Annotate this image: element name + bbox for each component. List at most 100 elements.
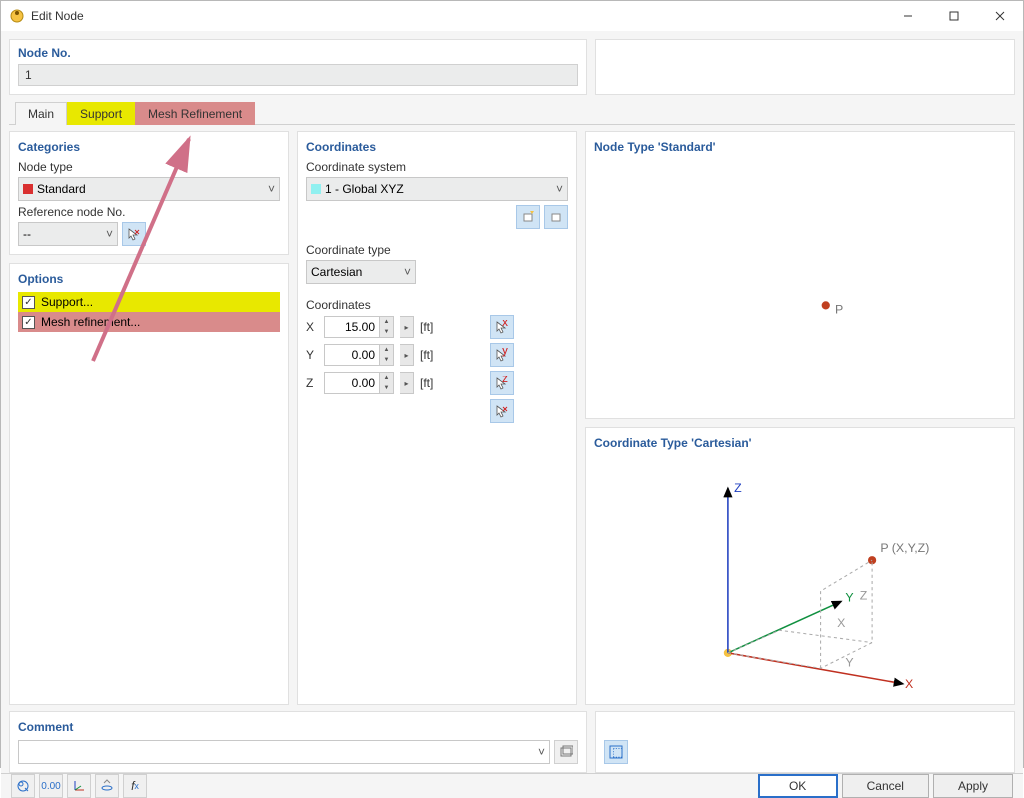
axis-label: X: [306, 320, 318, 334]
coord-type-diagram-title: Coordinate Type 'Cartesian': [594, 436, 1006, 450]
pick-ref-node-button[interactable]: [122, 222, 146, 246]
axis-label: Y: [306, 348, 318, 362]
pick-coord-button[interactable]: [490, 399, 514, 423]
spin-up-icon[interactable]: ▲: [379, 373, 393, 383]
coord-row-z: Z ▲▼ ▸ [ft] z: [306, 371, 568, 395]
coord-type-combo[interactable]: Cartesian ˅: [306, 260, 416, 284]
node-type-combo[interactable]: Standard ˅: [18, 177, 280, 201]
categories-title: Categories: [18, 140, 280, 154]
app-icon: [9, 8, 25, 24]
ref-node-label: Reference node No.: [18, 205, 280, 219]
maximize-button[interactable]: [931, 1, 977, 31]
close-button[interactable]: [977, 1, 1023, 31]
coord-system-combo[interactable]: 1 - Global XYZ ˅: [306, 177, 568, 201]
step-button[interactable]: ▸: [400, 372, 414, 394]
spin-up-icon[interactable]: ▲: [379, 345, 393, 355]
pick-y-button[interactable]: y: [490, 343, 514, 367]
svg-text:x: x: [502, 320, 508, 329]
comment-library-button[interactable]: [554, 740, 578, 764]
spin-down-icon[interactable]: ▼: [379, 327, 393, 337]
mesh-checkbox[interactable]: ✓: [22, 316, 35, 329]
options-title: Options: [18, 272, 280, 286]
coord-z-input[interactable]: ▲▼: [324, 372, 394, 394]
chevron-down-icon: ˅: [538, 745, 545, 759]
coord-system-label: Coordinate system: [306, 160, 568, 174]
node-no-input[interactable]: [18, 64, 578, 86]
comment-combo[interactable]: ˅: [18, 740, 550, 764]
coord-x-input[interactable]: ▲▼: [324, 316, 394, 338]
fx-button[interactable]: fx: [123, 774, 147, 798]
node-no-label: Node No.: [18, 46, 578, 60]
footer: 0.00 fx OK Cancel Apply: [1, 773, 1023, 798]
node-type-diagram-title: Node Type 'Standard': [594, 140, 1006, 154]
mesh-label: Mesh refinement...: [41, 315, 140, 329]
ref-node-combo[interactable]: -- ˅: [18, 222, 118, 246]
comment-title: Comment: [18, 720, 578, 734]
help-button[interactable]: [11, 774, 35, 798]
svg-text:Z: Z: [734, 481, 742, 495]
coord-type-diagram: Coordinate Type 'Cartesian' Z X: [585, 427, 1015, 705]
coord-y-input[interactable]: ▲▼: [324, 344, 394, 366]
layers-button[interactable]: [95, 774, 119, 798]
right-bottom-panel: ⬚: [595, 711, 1015, 773]
minimize-button[interactable]: [885, 1, 931, 31]
node-no-section: Node No.: [9, 39, 587, 95]
coord-row-y: Y ▲▼ ▸ [ft] y: [306, 343, 568, 367]
svg-text:y: y: [502, 348, 508, 357]
pick-z-button[interactable]: z: [490, 371, 514, 395]
svg-text:Y: Y: [845, 591, 853, 605]
comment-panel: Comment ˅: [9, 711, 587, 773]
coord-system-swatch-icon: [311, 184, 321, 194]
mesh-checkbox-row[interactable]: ✓ Mesh refinement...: [18, 312, 280, 332]
coordinates-title: Coordinates: [306, 140, 568, 154]
svg-text:P (X,Y,Z): P (X,Y,Z): [880, 541, 929, 555]
node-type-swatch-icon: [23, 184, 33, 194]
chevron-down-icon: ˅: [106, 227, 113, 241]
titlebar: Edit Node: [1, 1, 1023, 31]
svg-text:Y: Y: [845, 655, 853, 669]
tab-mesh-refinement[interactable]: Mesh Refinement: [135, 102, 255, 125]
spin-down-icon[interactable]: ▼: [379, 383, 393, 393]
node-type-label: Node type: [18, 160, 280, 174]
svg-text:Z: Z: [860, 589, 868, 603]
p-label: P: [835, 303, 843, 317]
ok-button[interactable]: OK: [758, 774, 838, 798]
apply-button[interactable]: Apply: [933, 774, 1013, 798]
chevron-down-icon: ˅: [556, 182, 563, 196]
coord-row-x: X ▲▼ ▸ [ft] x: [306, 315, 568, 339]
cs-button[interactable]: [67, 774, 91, 798]
new-coord-system-button[interactable]: [516, 205, 540, 229]
svg-text:⬚: ⬚: [612, 745, 623, 759]
support-checkbox-row[interactable]: ✓ Support...: [18, 292, 280, 312]
tab-row: Main Support Mesh Refinement: [9, 101, 1015, 125]
spin-up-icon[interactable]: ▲: [379, 317, 393, 327]
units-button[interactable]: ⬚: [604, 740, 628, 764]
svg-text:X: X: [837, 616, 845, 630]
axis-label: Z: [306, 376, 318, 390]
unit-label: [ft]: [420, 376, 448, 390]
step-button[interactable]: ▸: [400, 344, 414, 366]
support-checkbox[interactable]: ✓: [22, 296, 35, 309]
spin-down-icon[interactable]: ▼: [379, 355, 393, 365]
svg-text:X: X: [905, 677, 913, 691]
unit-label: [ft]: [420, 348, 448, 362]
edit-node-dialog: Edit Node Node No. Main Support Mesh Ref…: [0, 0, 1024, 768]
decimal-button[interactable]: 0.00: [39, 774, 63, 798]
window-title: Edit Node: [31, 9, 885, 23]
step-button[interactable]: ▸: [400, 316, 414, 338]
coordinates-panel: Coordinates Coordinate system 1 - Global…: [297, 131, 577, 705]
coord-type-label: Coordinate type: [306, 243, 568, 257]
chevron-down-icon: ˅: [268, 182, 275, 196]
tab-main[interactable]: Main: [15, 102, 67, 125]
edit-coord-system-button[interactable]: [544, 205, 568, 229]
tab-support[interactable]: Support: [67, 102, 135, 125]
support-label: Support...: [41, 295, 93, 309]
node-type-diagram: Node Type 'Standard' P: [585, 131, 1015, 419]
unit-label: [ft]: [420, 320, 448, 334]
cancel-button[interactable]: Cancel: [842, 774, 929, 798]
categories-panel: Categories Node type Standard ˅ Referenc…: [9, 131, 289, 255]
coord-xyz-title: Coordinates: [306, 298, 568, 312]
top-preview: [595, 39, 1015, 95]
pick-x-button[interactable]: x: [490, 315, 514, 339]
options-panel: Options ✓ Support... ✓ Mesh refinement..…: [9, 263, 289, 705]
